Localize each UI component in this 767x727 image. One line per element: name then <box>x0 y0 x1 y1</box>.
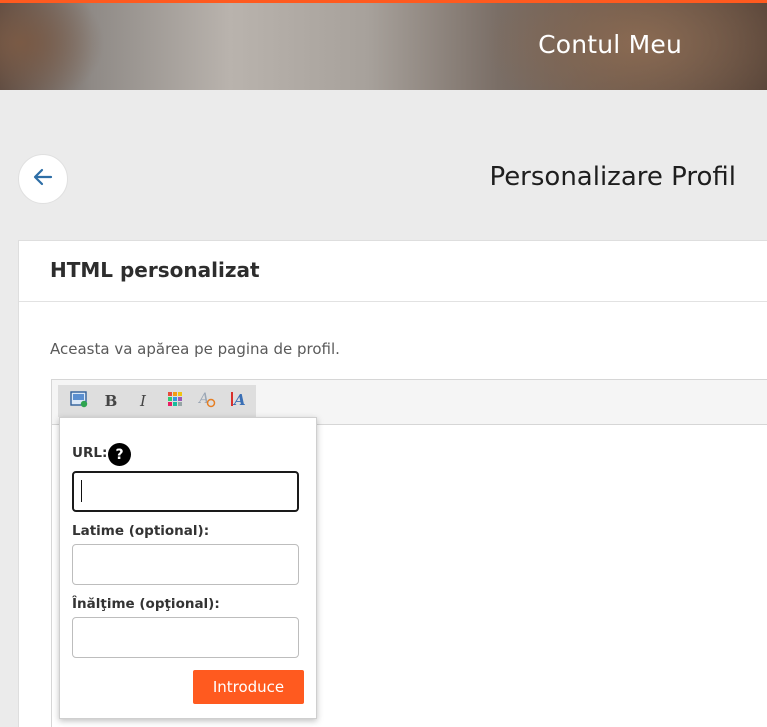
italic-icon: I <box>140 392 146 410</box>
source-icon: A <box>229 390 249 412</box>
image-icon <box>70 390 88 412</box>
text-caret <box>81 480 82 502</box>
width-input[interactable] <box>72 544 299 585</box>
arrow-left-icon <box>33 168 53 190</box>
color-grid-icon <box>167 391 183 411</box>
height-label: Înălţime (opţional): <box>72 596 220 612</box>
height-input[interactable] <box>72 617 299 658</box>
url-input[interactable] <box>72 471 299 512</box>
color-button[interactable] <box>159 386 191 416</box>
width-label: Latime (optional): <box>72 523 210 539</box>
help-icon[interactable]: ? <box>108 443 131 466</box>
svg-text:A: A <box>232 391 246 408</box>
insert-image-popup: URL: ? Latime (optional): Înălţime (opţi… <box>59 417 317 719</box>
italic-button[interactable]: I <box>127 386 159 416</box>
card-description: Aceasta va apărea pe pagina de profil. <box>50 340 340 358</box>
url-label: URL: <box>72 445 108 461</box>
header-banner: Contul Meu <box>0 0 767 90</box>
card-title: HTML personalizat <box>19 241 767 302</box>
insert-image-button[interactable] <box>63 386 95 416</box>
header-title: Contul Meu <box>538 30 682 59</box>
remove-format-icon: A <box>197 390 217 412</box>
bold-button[interactable]: B <box>95 386 127 416</box>
insert-button[interactable]: Introduce <box>193 670 304 704</box>
bold-icon: B <box>104 392 118 410</box>
back-button[interactable] <box>18 154 68 204</box>
toolbar-button-group: B I A A <box>58 385 256 417</box>
source-button[interactable]: A <box>223 386 255 416</box>
remove-format-button[interactable]: A <box>191 386 223 416</box>
page-title: Personalizare Profil <box>489 162 736 192</box>
